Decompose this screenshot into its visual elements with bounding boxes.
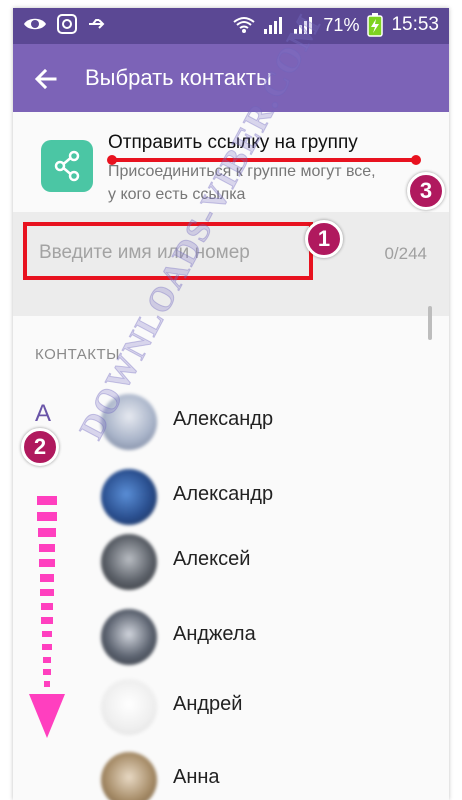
search-highlight-box xyxy=(23,222,313,280)
contact-name: Андрей xyxy=(173,693,243,715)
status-notifications xyxy=(23,14,107,34)
avatar xyxy=(101,534,157,590)
wifi-icon xyxy=(233,17,256,33)
status-system: 71% 15:53 xyxy=(233,12,439,38)
contact-name: Алексей xyxy=(173,548,251,570)
contacts-section-header: КОНТАКТЫ xyxy=(35,346,120,363)
scroll-down-arrow-annotation xyxy=(29,496,65,738)
status-bar: 71% 15:53 xyxy=(13,8,449,44)
page-title: Выбрать контакты xyxy=(85,65,272,90)
underline-end-dot xyxy=(411,155,421,165)
battery-charging-icon xyxy=(367,13,384,37)
viber-notification-icon xyxy=(57,14,77,34)
contact-name: Александр xyxy=(173,483,274,505)
back-button[interactable] xyxy=(31,64,61,94)
contacts-list[interactable]: КОНТАКТЫ А Александр Александр Алексей А… xyxy=(13,306,449,800)
share-icon-tile xyxy=(41,140,93,192)
list-scrollbar[interactable] xyxy=(428,306,432,340)
annotation-badge-2: 2 xyxy=(21,428,59,466)
contact-row[interactable]: Александр xyxy=(13,461,449,533)
contact-row[interactable]: Алексей xyxy=(13,526,449,598)
share-link-title: Отправить ссылку на группу xyxy=(108,132,358,153)
battery-percent: 71% xyxy=(323,15,360,35)
selected-counter: 0/244 xyxy=(384,244,427,263)
screenshot-frame: 71% 15:53 Выбрать контакты Отправить ссы… xyxy=(0,0,462,800)
contact-row[interactable]: Анна xyxy=(13,744,449,800)
toolbar: Выбрать контакты xyxy=(13,44,449,112)
share-icon xyxy=(54,150,80,182)
avatar xyxy=(101,469,157,525)
contact-name: Анджела xyxy=(173,623,256,645)
annotation-badge-1: 1 xyxy=(305,220,343,258)
phone-screen: 71% 15:53 Выбрать контакты Отправить ссы… xyxy=(13,8,449,800)
signal-icon-2 xyxy=(294,17,313,34)
share-link-subtitle: Присоединиться к группе могут все, у ког… xyxy=(108,163,376,203)
underline-start-dot xyxy=(107,155,117,165)
title-underline-annotation xyxy=(111,158,417,162)
avatar xyxy=(101,394,157,450)
contact-row[interactable]: Александр xyxy=(13,386,449,458)
contact-name: Анна xyxy=(173,766,220,788)
contact-name: Александр xyxy=(173,408,274,430)
annotation-badge-3: 3 xyxy=(407,172,445,210)
signal-icon xyxy=(264,17,283,34)
status-time: 15:53 xyxy=(391,14,439,35)
avatar xyxy=(101,679,157,735)
avatar xyxy=(101,609,157,665)
eye-icon xyxy=(24,18,46,30)
contact-row[interactable]: Андрей xyxy=(13,671,449,743)
arrow-back-icon xyxy=(34,68,57,90)
usb-icon xyxy=(89,19,105,29)
share-group-link-row[interactable]: Отправить ссылку на группу Присоединитьс… xyxy=(13,112,449,212)
contact-row[interactable]: Анджела xyxy=(13,601,449,673)
avatar xyxy=(101,752,157,800)
